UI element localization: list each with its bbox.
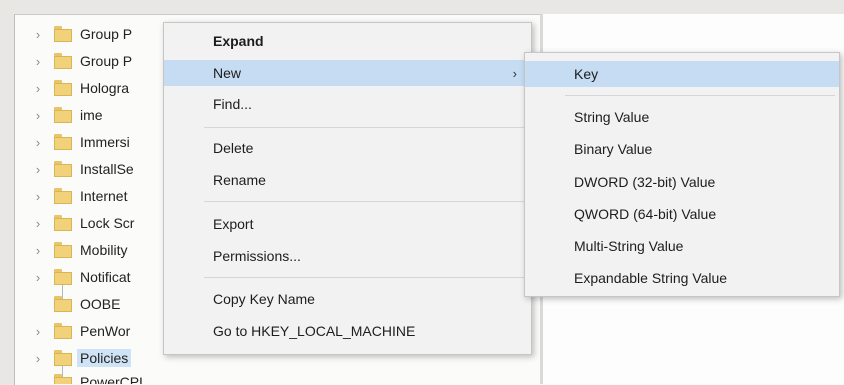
menu-item-expand[interactable]: Expand (164, 28, 531, 54)
menu-item-label: DWORD (32-bit) Value (574, 174, 716, 190)
tree-branch-spacer (30, 296, 46, 312)
tree-item-label: Hologra (80, 80, 130, 96)
menu-item-label: Expandable String Value (574, 270, 728, 286)
tree-item-label: ime (80, 107, 103, 123)
folder-icon (54, 26, 72, 42)
chevron-right-icon[interactable]: › (30, 53, 46, 69)
tree-item-label: Mobility (80, 242, 128, 258)
menu-item-label: Find... (213, 96, 252, 112)
folder-icon (54, 269, 72, 285)
tree-item-label: PowerCPL (80, 374, 147, 384)
folder-icon (54, 188, 72, 204)
chevron-right-icon[interactable]: › (30, 323, 46, 339)
tree-item-label: Lock Scr (80, 215, 135, 231)
tree-item-label: Notificat (80, 269, 131, 285)
chevron-right-icon[interactable]: › (30, 134, 46, 150)
chevron-right-icon[interactable]: › (30, 215, 46, 231)
menu-item-label: Key (574, 66, 599, 82)
new-submenu: Key String Value Binary Value DWORD (32-… (524, 52, 840, 297)
folder-icon (54, 374, 72, 384)
tree-item-label: Group P (80, 53, 133, 69)
menu-item-new[interactable]: New › (164, 60, 531, 86)
menu-item-label: QWORD (64-bit) Value (574, 206, 717, 222)
chevron-right-icon[interactable]: › (30, 242, 46, 258)
submenu-item-binary-value[interactable]: Binary Value (525, 136, 839, 162)
menu-separator (204, 201, 527, 202)
submenu-item-qword-value[interactable]: QWORD (64-bit) Value (525, 201, 839, 227)
tree-item-label: Internet (80, 188, 128, 204)
context-menu: Expand New › Find... Delete Rename Expor… (163, 22, 532, 355)
menu-separator (204, 127, 527, 128)
tree-item-label: Group P (80, 26, 133, 42)
chevron-right-icon[interactable]: › (30, 161, 46, 177)
menu-item-export[interactable]: Export (164, 211, 531, 237)
folder-icon (54, 242, 72, 258)
menu-item-label: Rename (213, 172, 266, 188)
tree-item-label: Policies (77, 349, 132, 367)
chevron-right-icon[interactable]: › (30, 80, 46, 96)
menu-item-find[interactable]: Find... (164, 91, 531, 117)
tree-item-label: OOBE (80, 296, 121, 312)
menu-item-label: Permissions... (213, 248, 301, 264)
folder-icon (54, 323, 72, 339)
menu-separator (204, 277, 527, 278)
menu-item-label: Export (213, 216, 254, 232)
submenu-arrow-icon: › (512, 65, 517, 81)
submenu-item-multi-string-value[interactable]: Multi-String Value (525, 233, 839, 259)
tree-item-label: InstallSe (80, 161, 134, 177)
menu-item-delete[interactable]: Delete (164, 135, 531, 161)
menu-item-label: Delete (213, 140, 254, 156)
chevron-right-icon[interactable]: › (30, 107, 46, 123)
submenu-item-key[interactable]: Key (525, 61, 839, 87)
menu-item-rename[interactable]: Rename (164, 167, 531, 193)
menu-item-goto-hklm[interactable]: Go to HKEY_LOCAL_MACHINE (164, 318, 531, 344)
menu-item-permissions[interactable]: Permissions... (164, 243, 531, 269)
folder-icon (54, 215, 72, 231)
folder-icon (54, 53, 72, 69)
menu-separator (565, 95, 835, 96)
chevron-right-icon[interactable]: › (30, 269, 46, 285)
submenu-item-string-value[interactable]: String Value (525, 104, 839, 130)
tree-item[interactable]: PowerCPL (30, 370, 190, 384)
folder-icon (54, 134, 72, 150)
chevron-right-icon[interactable]: › (30, 26, 46, 42)
menu-item-label: Go to HKEY_LOCAL_MACHINE (213, 323, 416, 339)
menu-item-label: Expand (213, 33, 264, 49)
submenu-item-expandable-string-value[interactable]: Expandable String Value (525, 265, 839, 291)
menu-item-label: New (213, 65, 242, 81)
tree-item-label: Immersi (80, 134, 130, 150)
folder-icon (54, 80, 72, 96)
menu-item-label: Multi-String Value (574, 238, 684, 254)
chevron-right-icon[interactable]: › (30, 350, 46, 366)
menu-item-label: String Value (574, 109, 650, 125)
tree-branch-spacer (30, 374, 46, 384)
chevron-right-icon[interactable]: › (30, 188, 46, 204)
menu-item-copy-key-name[interactable]: Copy Key Name (164, 286, 531, 312)
menu-item-label: Copy Key Name (213, 291, 315, 307)
folder-icon (54, 350, 72, 366)
folder-icon (54, 296, 72, 312)
submenu-item-dword-value[interactable]: DWORD (32-bit) Value (525, 169, 839, 195)
tree-item-label: PenWor (80, 323, 131, 339)
menu-item-label: Binary Value (574, 141, 653, 157)
folder-icon (54, 161, 72, 177)
folder-icon (54, 107, 72, 123)
